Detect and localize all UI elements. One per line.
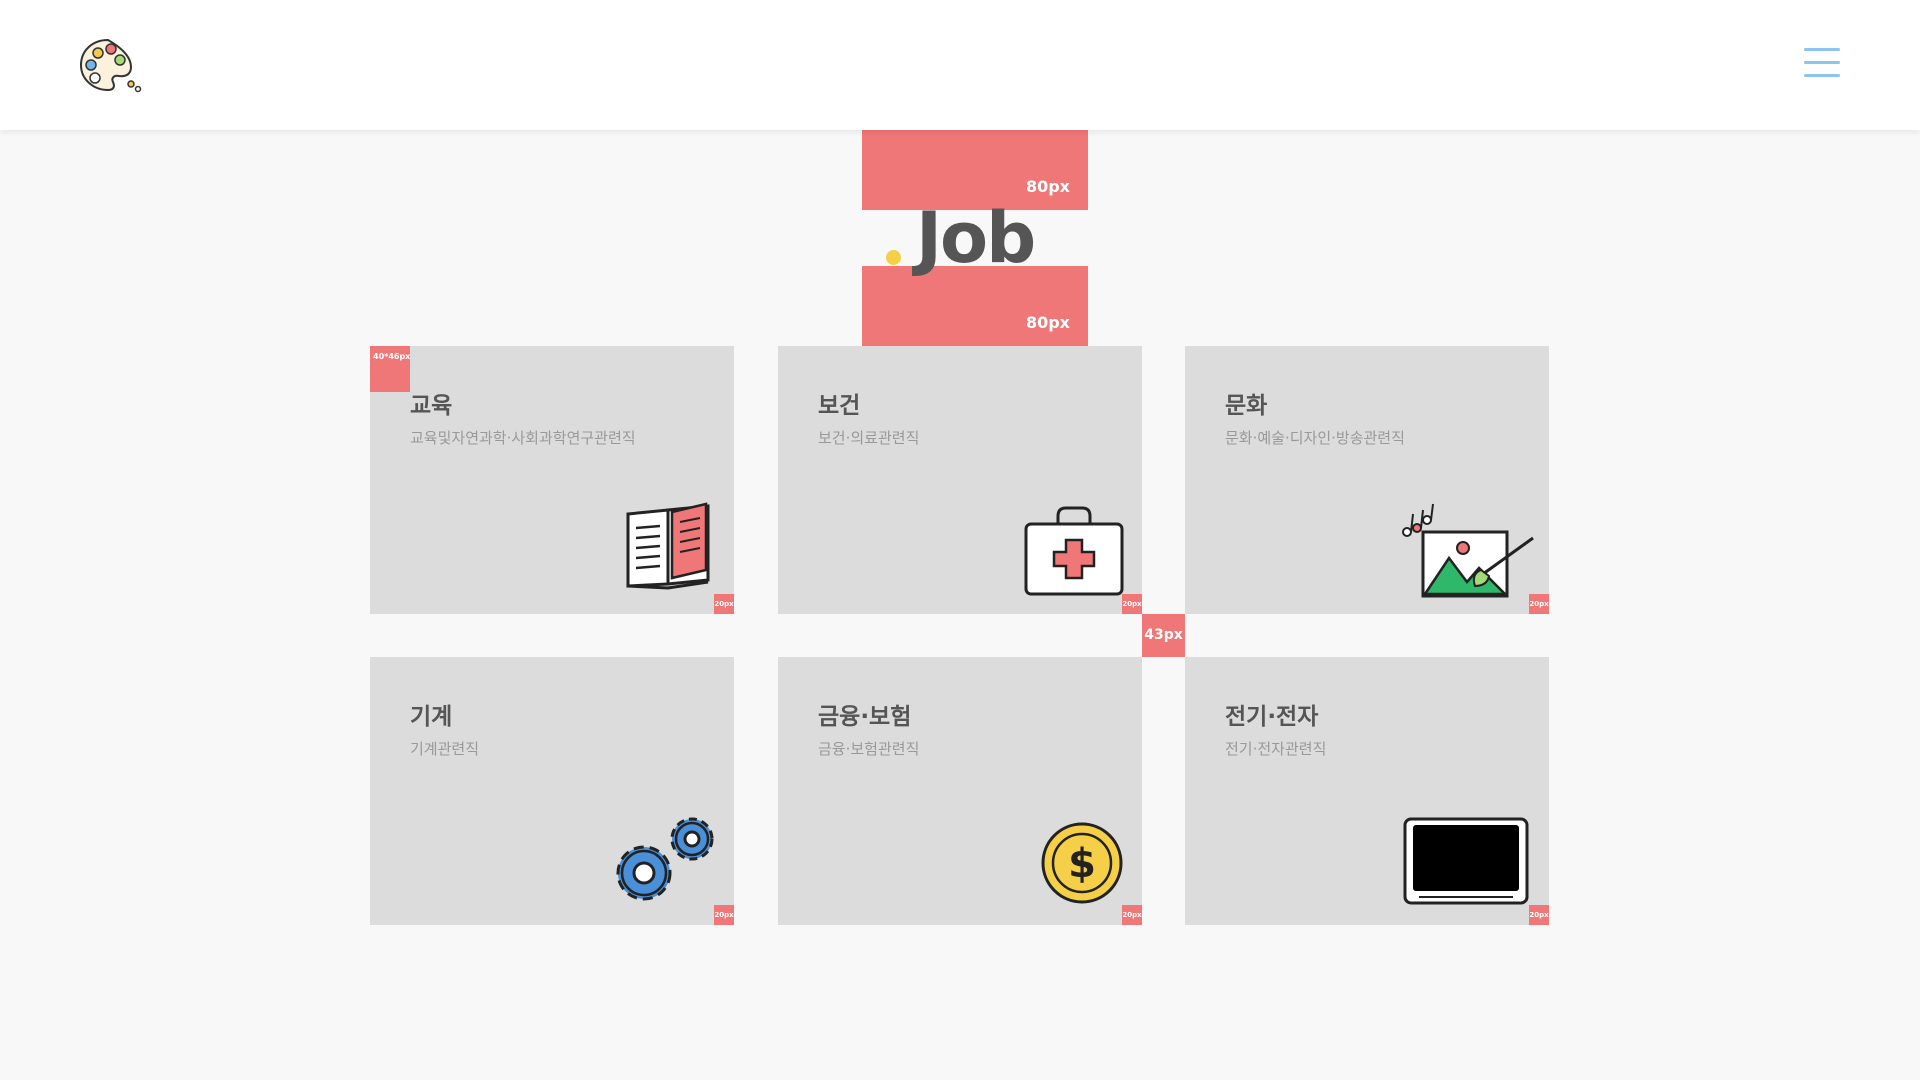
card-subtitle: 보건·의료관련직 bbox=[818, 429, 920, 447]
first-aid-kit-icon bbox=[1024, 506, 1124, 600]
corner-guide-label: 20px bbox=[714, 600, 734, 608]
corner-guide-label: 20px bbox=[714, 911, 734, 919]
svg-text:$: $ bbox=[1068, 841, 1096, 887]
icon-box-guide: 40*46px bbox=[370, 346, 410, 392]
palette-icon[interactable] bbox=[78, 36, 144, 94]
painting-canvas-icon bbox=[1401, 502, 1537, 602]
spacing-guide-bottom-label: 80px bbox=[1025, 313, 1070, 332]
card-title: 보건 bbox=[818, 393, 861, 419]
job-card-machinery[interactable]: 기계 기계관련직 20px bbox=[370, 657, 734, 925]
corner-guide: 20px bbox=[1122, 905, 1142, 925]
card-subtitle: 교육및자연과학·사회과학연구관련직 bbox=[410, 429, 636, 447]
site-header bbox=[0, 0, 1920, 130]
card-title: 전기·전자 bbox=[1225, 704, 1319, 730]
card-title: 금융·보험 bbox=[818, 704, 912, 730]
job-card-culture[interactable]: 문화 문화·예술·디자인·방송관련직 20px bbox=[1185, 346, 1549, 614]
title-dot bbox=[886, 250, 901, 265]
card-subtitle: 전기·전자관련직 bbox=[1225, 740, 1327, 758]
icon-box-guide-label: 40*46px bbox=[373, 352, 411, 361]
job-card-education[interactable]: 교육 교육및자연과학·사회과학연구관련직 20px bbox=[370, 346, 734, 614]
page-title-text: Job bbox=[916, 197, 1036, 279]
corner-guide-label: 20px bbox=[1529, 600, 1549, 608]
card-title: 문화 bbox=[1225, 393, 1268, 419]
gears-icon bbox=[612, 813, 716, 913]
corner-guide: 20px bbox=[1529, 594, 1549, 614]
job-card-electronics[interactable]: 전기·전자 전기·전자관련직 20px bbox=[1185, 657, 1549, 925]
corner-guide: 20px bbox=[714, 594, 734, 614]
corner-guide-label: 20px bbox=[1122, 911, 1142, 919]
hamburger-menu-icon[interactable] bbox=[1800, 44, 1840, 84]
card-subtitle: 기계관련직 bbox=[410, 740, 480, 758]
corner-guide: 20px bbox=[1529, 905, 1549, 925]
job-card-finance[interactable]: 금융·보험 금융·보험관련직 $ 20px bbox=[778, 657, 1142, 925]
card-title: 교육 bbox=[410, 393, 453, 419]
job-card-health[interactable]: 보건 보건·의료관련직 20px bbox=[778, 346, 1142, 614]
spacing-guide-top-label: 80px bbox=[1025, 177, 1070, 196]
corner-guide-label: 20px bbox=[1529, 911, 1549, 919]
card-subtitle: 문화·예술·디자인·방송관련직 bbox=[1225, 429, 1405, 447]
tablet-screen-icon bbox=[1403, 817, 1529, 909]
gap-guide: 43px bbox=[1142, 614, 1185, 657]
card-title: 기계 bbox=[410, 704, 453, 730]
card-subtitle: 금융·보험관련직 bbox=[818, 740, 920, 758]
page-title: Job bbox=[882, 198, 1082, 278]
gap-guide-label: 43px bbox=[1144, 627, 1183, 643]
corner-guide-label: 20px bbox=[1122, 600, 1142, 608]
corner-guide: 20px bbox=[714, 905, 734, 925]
dollar-coin-icon: $ bbox=[1040, 821, 1124, 909]
open-book-icon bbox=[626, 502, 716, 598]
corner-guide: 20px bbox=[1122, 594, 1142, 614]
